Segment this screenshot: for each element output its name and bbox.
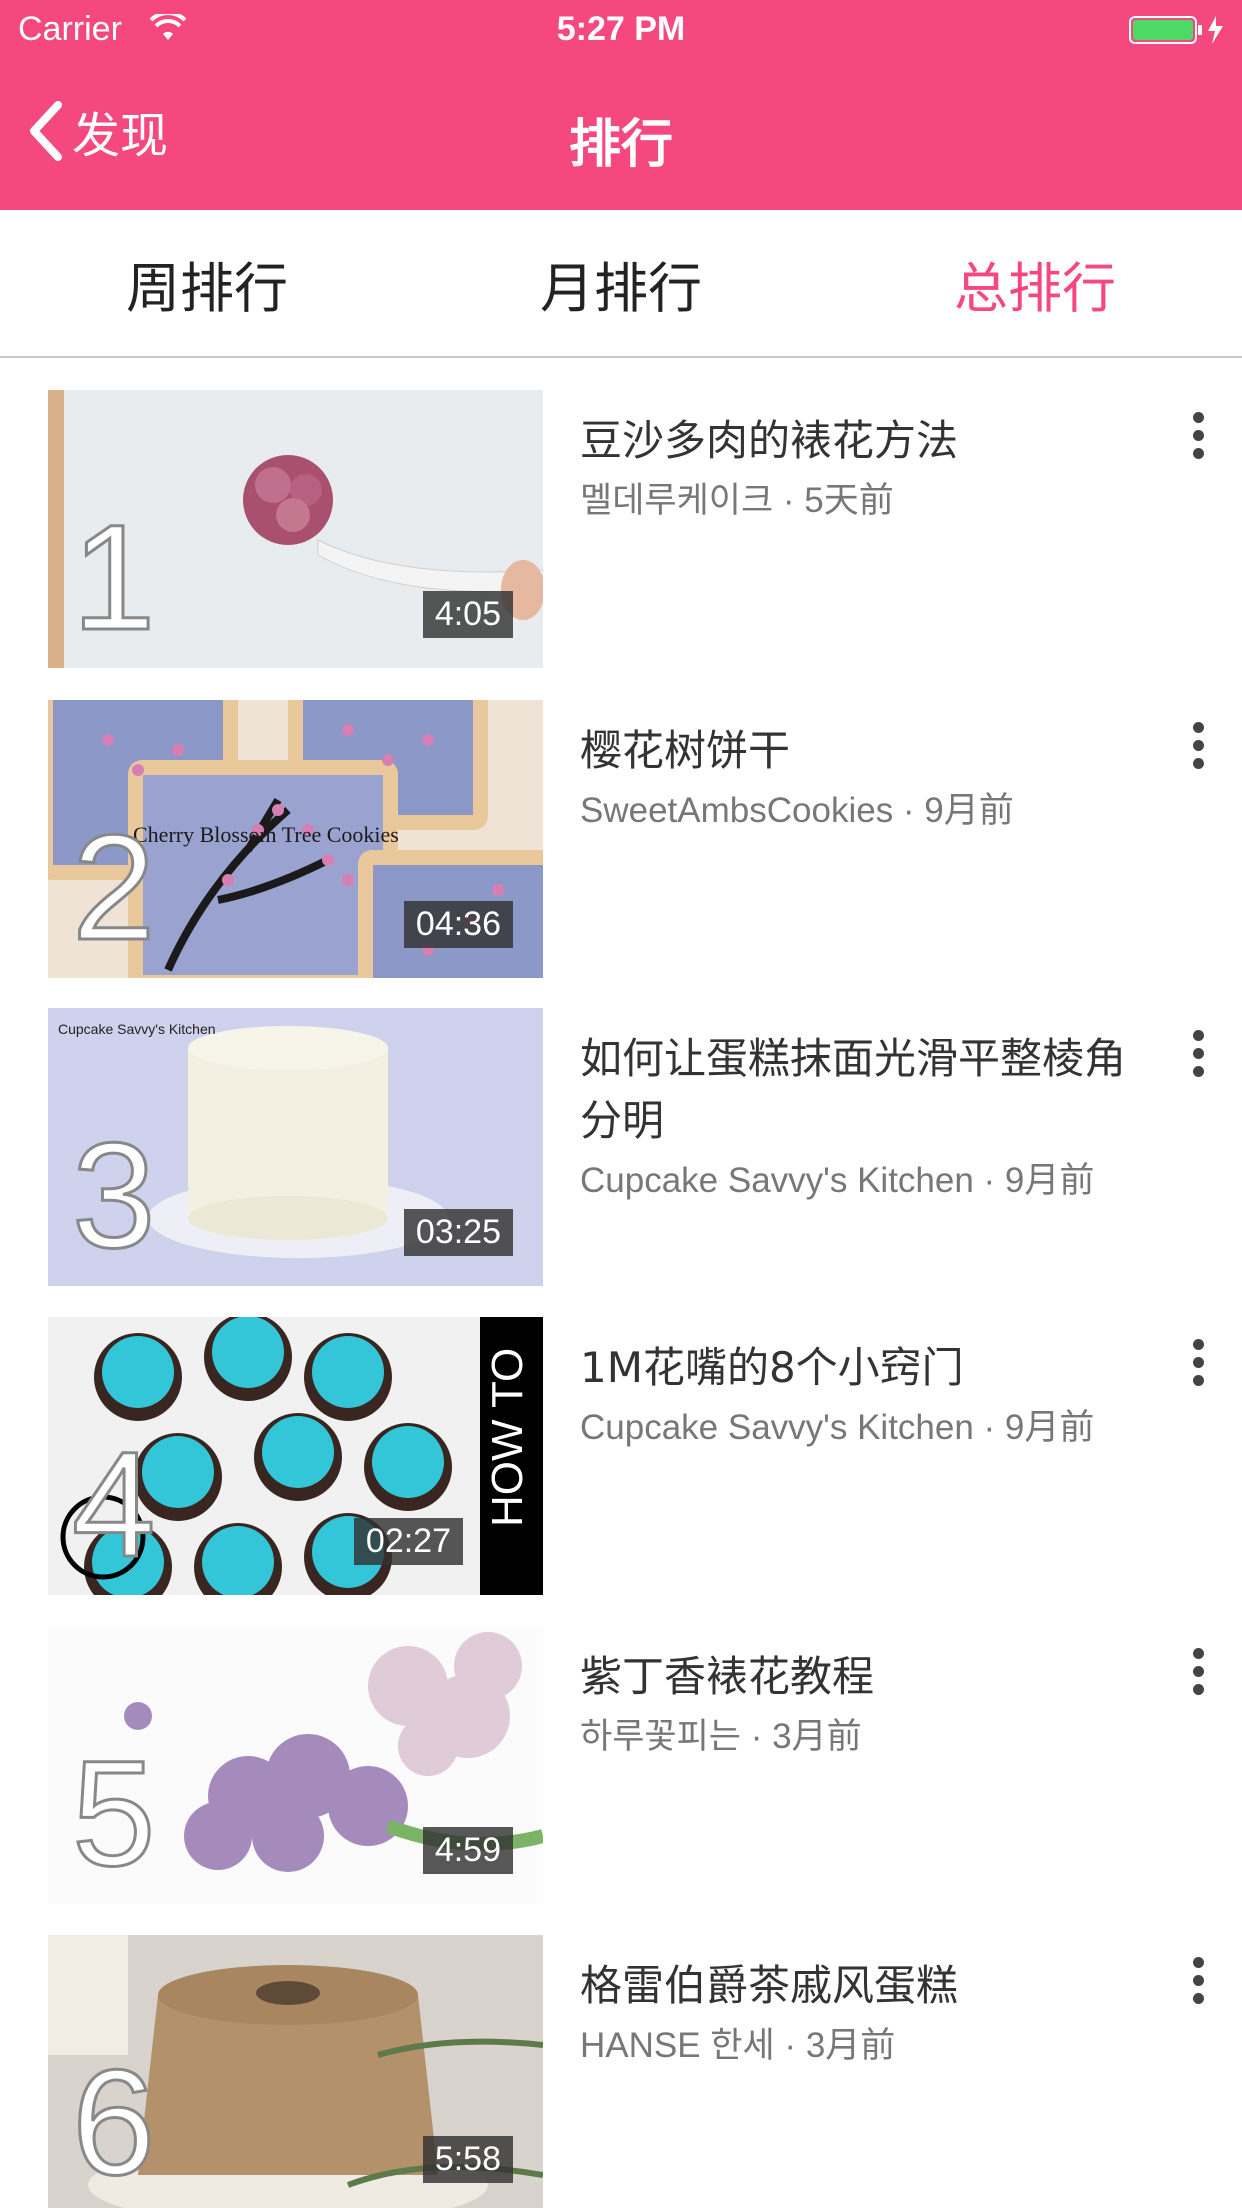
video-thumbnail[interactable]: Cupcake Savvy's Kitchen 3 03:25 (48, 1008, 543, 1286)
video-meta: HANSE 한세 · 3月前 (580, 2026, 896, 2065)
video-thumbnail[interactable]: 5 4:59 (48, 1626, 543, 1904)
tab-weekly[interactable]: 周排行 (0, 210, 414, 356)
status-bar: Carrier 5:27 PM (0, 0, 1242, 62)
rank-number: 1 (70, 493, 156, 661)
thumbnail-caption: Cupcake Savvy's Kitchen (58, 1021, 216, 1037)
list-item[interactable]: HOW TO 4 02:27 1M花嘴的8个小窍门 Cupcake Savvy'… (0, 1287, 1242, 1595)
page-title: 排行 (568, 115, 673, 175)
ranking-tabs: 周排行 月排行 总排行 (0, 210, 1242, 358)
more-options-icon[interactable] (1186, 1957, 1210, 2017)
tab-overall[interactable]: 总排行 (828, 210, 1242, 356)
video-thumbnail[interactable]: 6 5:58 (48, 1935, 543, 2208)
more-options-icon[interactable] (1186, 1648, 1210, 1708)
video-title[interactable]: 格雷伯爵茶戚风蛋糕 (580, 1955, 1160, 2017)
video-title[interactable]: 紫丁香裱花教程 (580, 1646, 1160, 1708)
thumbnail-caption: HOW TO (483, 1348, 532, 1527)
duration-badge: 04:36 (403, 901, 513, 948)
list-item[interactable]: 5 4:59 紫丁香裱花教程 하루꽃피는 · 3月前 (0, 1596, 1242, 1904)
clock: 5:27 PM (556, 10, 686, 48)
video-meta: 멜데루케이크 · 5天前 (580, 481, 894, 520)
video-meta: SweetAmbsCookies · 9月前 (580, 791, 1014, 830)
video-title[interactable]: 豆沙多肉的裱花方法 (580, 410, 1160, 472)
video-title[interactable]: 1M花嘴的8个小窍门 (580, 1337, 1160, 1399)
duration-badge: 4:05 (422, 591, 513, 638)
duration-badge: 5:58 (422, 2136, 513, 2183)
list-item[interactable]: 1 4:05 豆沙多肉的裱花方法 멜데루케이크 · 5天前 (0, 360, 1242, 668)
tab-monthly[interactable]: 月排行 (414, 210, 828, 356)
header: Carrier 5:27 PM 发现 排行 (0, 0, 1242, 210)
rank-number: 3 (70, 1111, 156, 1279)
video-title[interactable]: 如何让蛋糕抹面光滑平整棱角分明 (580, 1028, 1160, 1152)
list-item[interactable]: 6 5:58 格雷伯爵茶戚风蛋糕 HANSE 한세 · 3月前 (0, 1905, 1242, 2208)
video-meta: 하루꽃피는 · 3月前 (580, 1717, 862, 1756)
duration-badge: 02:27 (353, 1518, 463, 1565)
video-meta: Cupcake Savvy's Kitchen · 9月前 (580, 1161, 1095, 1200)
video-title[interactable]: 樱花树饼干 (580, 720, 1160, 782)
list-item[interactable]: Cupcake Savvy's Kitchen 3 03:25 如何让蛋糕抹面光… (0, 978, 1242, 1286)
video-thumbnail[interactable]: Cherry Blossom Tree Cookies 2 04:36 (48, 700, 543, 978)
more-options-icon[interactable] (1186, 412, 1210, 472)
rank-number: 4 (70, 1420, 156, 1588)
rank-number: 6 (70, 2038, 156, 2206)
nav-bar: 发现 排行 (0, 62, 1242, 210)
thumbnail-caption: Cherry Blossom Tree Cookies (133, 822, 399, 847)
battery-icon (1128, 14, 1228, 50)
rank-number: 2 (70, 803, 156, 971)
rank-number: 5 (70, 1729, 156, 1897)
duration-badge: 03:25 (403, 1209, 513, 1256)
more-options-icon[interactable] (1186, 1030, 1210, 1090)
more-options-icon[interactable] (1186, 1339, 1210, 1399)
more-options-icon[interactable] (1186, 722, 1210, 782)
video-meta: Cupcake Savvy's Kitchen · 9月前 (580, 1408, 1095, 1447)
list-item[interactable]: Cherry Blossom Tree Cookies 2 04:36 樱花树饼… (0, 670, 1242, 978)
video-thumbnail[interactable]: HOW TO 4 02:27 (48, 1317, 543, 1595)
video-thumbnail[interactable]: 1 4:05 (48, 390, 543, 668)
duration-badge: 4:59 (422, 1827, 513, 1874)
